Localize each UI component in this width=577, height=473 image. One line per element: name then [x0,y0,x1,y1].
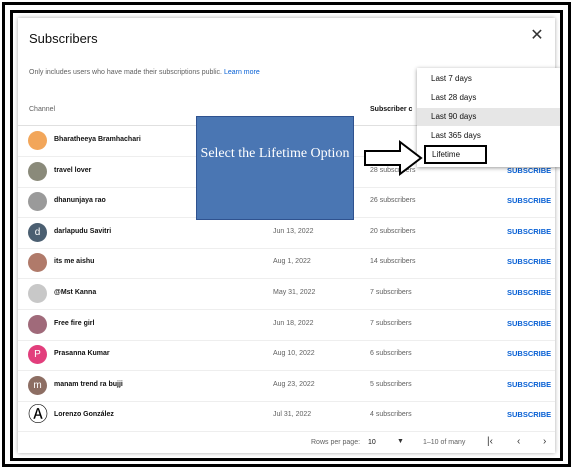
channel-name[interactable]: manam trend ra bujji [54,381,123,388]
list-item: Ⓐ Lorenzo González Jul 31, 2022 4 subscribe… [18,401,555,433]
list-item: @Mst Kanna May 31, 2022 7 subscribers SUBSC… [18,279,555,310]
channel-name[interactable]: darlapudu Savitri [54,228,111,235]
privacy-note-text: Only includes users who have made their … [29,69,222,76]
pagination-footer: Rows per page: 10 ▼ 1–10 of many |‹ ‹ › [18,433,555,453]
subscriber-count: 6 subscribers [370,350,412,358]
subscribe-button[interactable]: SUBSCRIBE [507,227,551,236]
menu-item-lifetime[interactable]: Lifetime [424,145,487,164]
subscribe-button[interactable]: SUBSCRIBE [507,380,551,389]
menu-item-last-365-days[interactable]: Last 365 days [417,127,560,145]
subscribed-date: Aug 1, 2022 [273,258,311,266]
avatar[interactable] [28,253,47,273]
close-icon[interactable]: ✕ [529,28,545,44]
subscribe-button[interactable]: SUBSCRIBE [507,196,551,205]
list-item: P Prasanna Kumar Aug 10, 2022 6 subscribers… [18,340,555,372]
list-item: d darlapudu Savitri Jun 13, 2022 20 subscri… [18,218,555,249]
subscribed-date: May 31, 2022 [273,289,316,296]
subscribed-date: Jul 31, 2022 [273,411,312,419]
channel-name[interactable]: @Mst Kanna [54,289,96,296]
subscribe-button[interactable]: SUBSCRIBE [507,257,551,266]
list-item: m manam trend ra bujji Aug 23, 2022 5 subsc… [18,371,555,402]
subscribe-button[interactable]: SUBSCRIBE [507,319,551,328]
subscriber-count: 14 subscribers [370,258,416,266]
privacy-note: Only includes users who have made their … [29,69,260,76]
subscribe-button[interactable]: SUBSCRIBE [507,410,551,419]
column-header-subscribers[interactable]: Subscriber c [370,106,412,113]
avatar[interactable]: d [28,222,47,242]
learn-more-link[interactable]: Learn more [224,69,260,76]
subscriber-count: 7 subscribers [370,289,412,296]
menu-item-lifetime-label: Lifetime [432,150,461,159]
avatar[interactable] [28,284,47,303]
channel-name[interactable]: travel lover [54,167,91,174]
menu-item-last-28-days[interactable]: Last 28 days [417,89,560,107]
avatar[interactable]: Ⓐ [28,405,48,426]
avatar[interactable]: m [28,375,47,395]
channel-name[interactable]: dhanunjaya rao [54,197,106,204]
rows-per-page-label: Rows per page: [311,439,361,446]
subscriber-count: 20 subscribers [370,227,416,235]
page-range: 1–10 of many [423,439,466,446]
subscriber-count: 4 subscribers [370,411,412,419]
avatar[interactable]: P [28,345,47,365]
right-arrow-icon [364,140,423,176]
subscriber-count: 5 subscribers [370,380,412,388]
list-item: Free fire girl Jun 18, 2022 7 subscribers S… [18,310,555,341]
column-header-channel[interactable]: Channel [29,106,55,113]
instruction-callout: Select the Lifetime Option [196,116,354,220]
menu-item-last-90-days[interactable]: Last 90 days [417,108,560,126]
subscribed-date: Jun 18, 2022 [273,319,314,327]
previous-page-icon[interactable]: ‹ [517,436,520,447]
subscribe-button[interactable]: SUBSCRIBE [507,288,551,297]
first-page-icon[interactable]: |‹ [487,436,493,447]
channel-name[interactable]: Lorenzo González [54,411,114,418]
avatar[interactable] [28,314,47,334]
next-page-icon[interactable]: › [543,436,546,447]
inner-frame: Subscribers ✕ Only includes users who ha… [10,10,563,461]
menu-item-last-7-days[interactable]: Last 7 days [417,70,560,88]
rows-per-page-select[interactable]: 10 [368,439,376,446]
channel-name[interactable]: Prasanna Kumar [54,350,110,357]
subscribed-date: Aug 23, 2022 [273,380,315,388]
channel-name[interactable]: Free fire girl [54,320,94,327]
subscriber-count: 7 subscribers [370,319,412,327]
subscriber-count: 26 subscribers [370,197,416,205]
list-item: its me aishu Aug 1, 2022 14 subscribers SUB… [18,248,555,280]
channel-name[interactable]: Bharatheeya Bramhachari [54,136,141,143]
subscribe-button[interactable]: SUBSCRIBE [507,349,551,358]
avatar[interactable] [28,161,47,181]
subscribed-date: Jun 13, 2022 [273,227,314,235]
avatar[interactable] [28,131,47,150]
dialog-title: Subscribers [29,31,98,46]
avatar[interactable] [28,192,47,212]
subscribed-date: Aug 10, 2022 [273,350,315,358]
chevron-down-icon[interactable]: ▼ [397,438,404,445]
channel-name[interactable]: its me aishu [54,258,94,265]
